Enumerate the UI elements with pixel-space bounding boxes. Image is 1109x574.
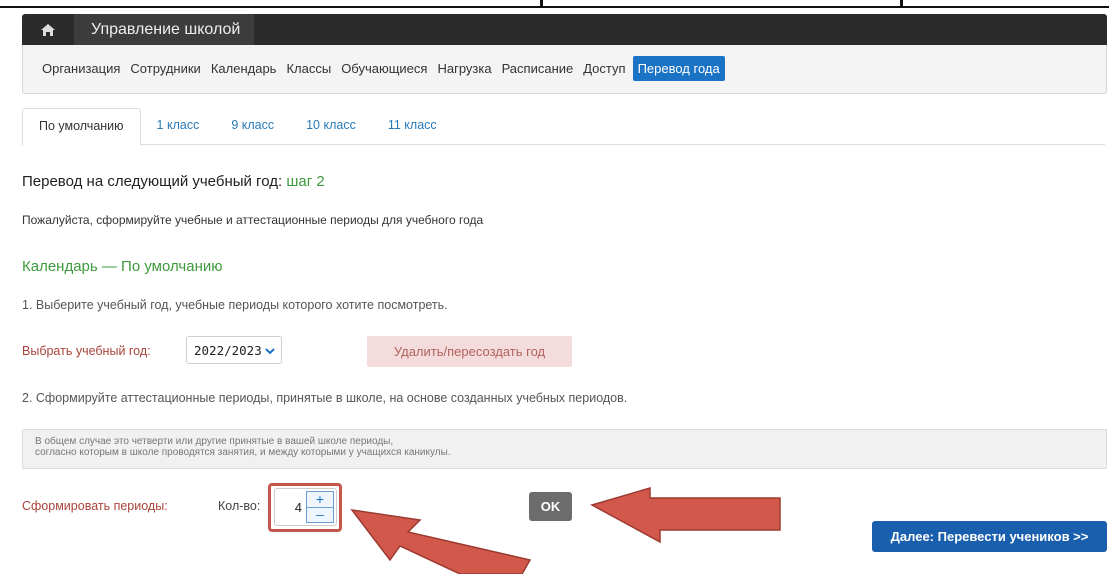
arrow-to-ok [590, 486, 781, 544]
annotation-arrows [350, 486, 781, 574]
arrow-to-stepper [350, 508, 532, 574]
